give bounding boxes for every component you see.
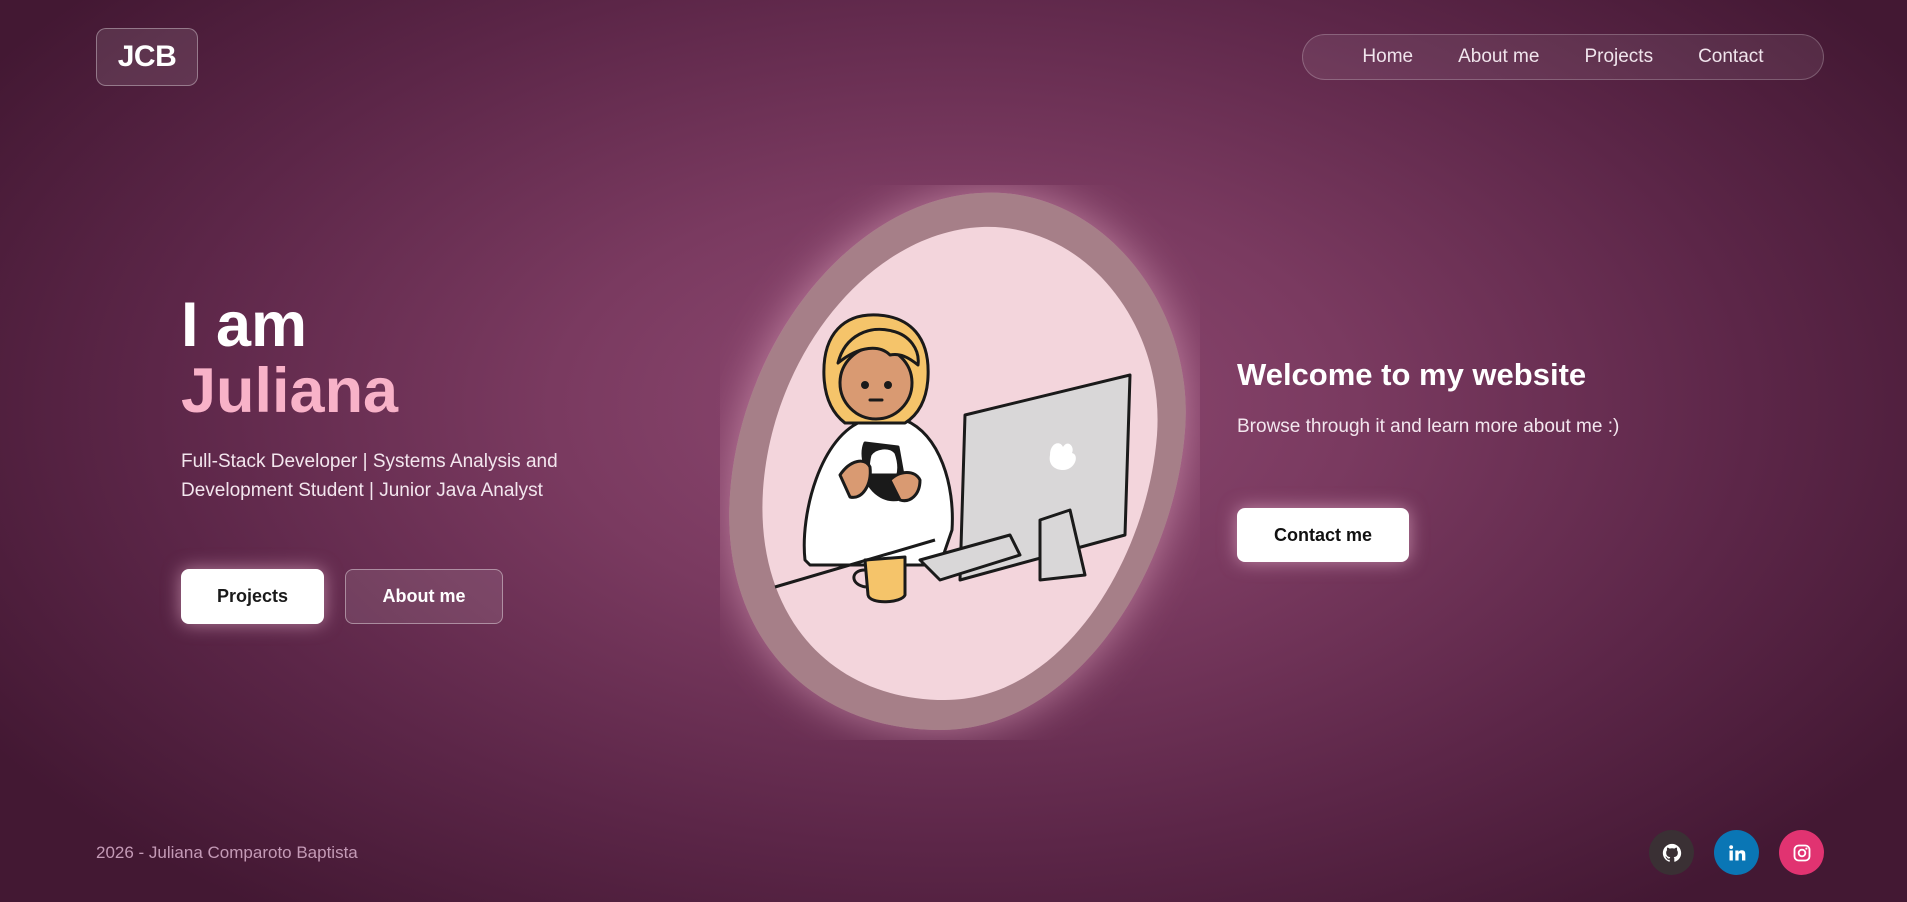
hero-heading-line: I am	[181, 290, 308, 360]
linkedin-link[interactable]	[1714, 830, 1759, 875]
nav-home[interactable]: Home	[1362, 46, 1413, 68]
github-icon	[1662, 843, 1681, 862]
instagram-link[interactable]	[1779, 830, 1824, 875]
contact-me-button[interactable]: Contact me	[1237, 508, 1409, 562]
welcome-text: Browse through it and learn more about m…	[1237, 416, 1620, 437]
linkedin-icon	[1728, 844, 1745, 860]
hero-buttons: Projects About me	[181, 569, 503, 624]
welcome-section: Welcome to my website Browse through it …	[1237, 355, 1667, 441]
portrait-illustration	[729, 192, 1186, 730]
hero-intro: I am Juliana Full-Stack Developer | Syst…	[181, 292, 581, 505]
social-links	[1649, 830, 1824, 875]
instagram-icon	[1793, 844, 1810, 861]
footer-copyright: 2026 - Juliana Comparoto Baptista	[96, 843, 358, 862]
welcome-title: Welcome to my website	[1237, 357, 1587, 392]
projects-button[interactable]: Projects	[181, 569, 324, 624]
hero-name: Juliana	[181, 356, 399, 426]
nav-contact[interactable]: Contact	[1698, 46, 1763, 68]
nav-about-me[interactable]: About me	[1458, 46, 1539, 68]
main-nav: Home About me Projects Contact	[1302, 34, 1824, 80]
github-link[interactable]	[1649, 830, 1694, 875]
nav-projects[interactable]: Projects	[1584, 46, 1653, 68]
about-me-button[interactable]: About me	[345, 569, 503, 624]
hero-subtitle: Full-Stack Developer | Systems Analysis …	[181, 451, 558, 501]
logo[interactable]: JCB	[96, 28, 198, 86]
